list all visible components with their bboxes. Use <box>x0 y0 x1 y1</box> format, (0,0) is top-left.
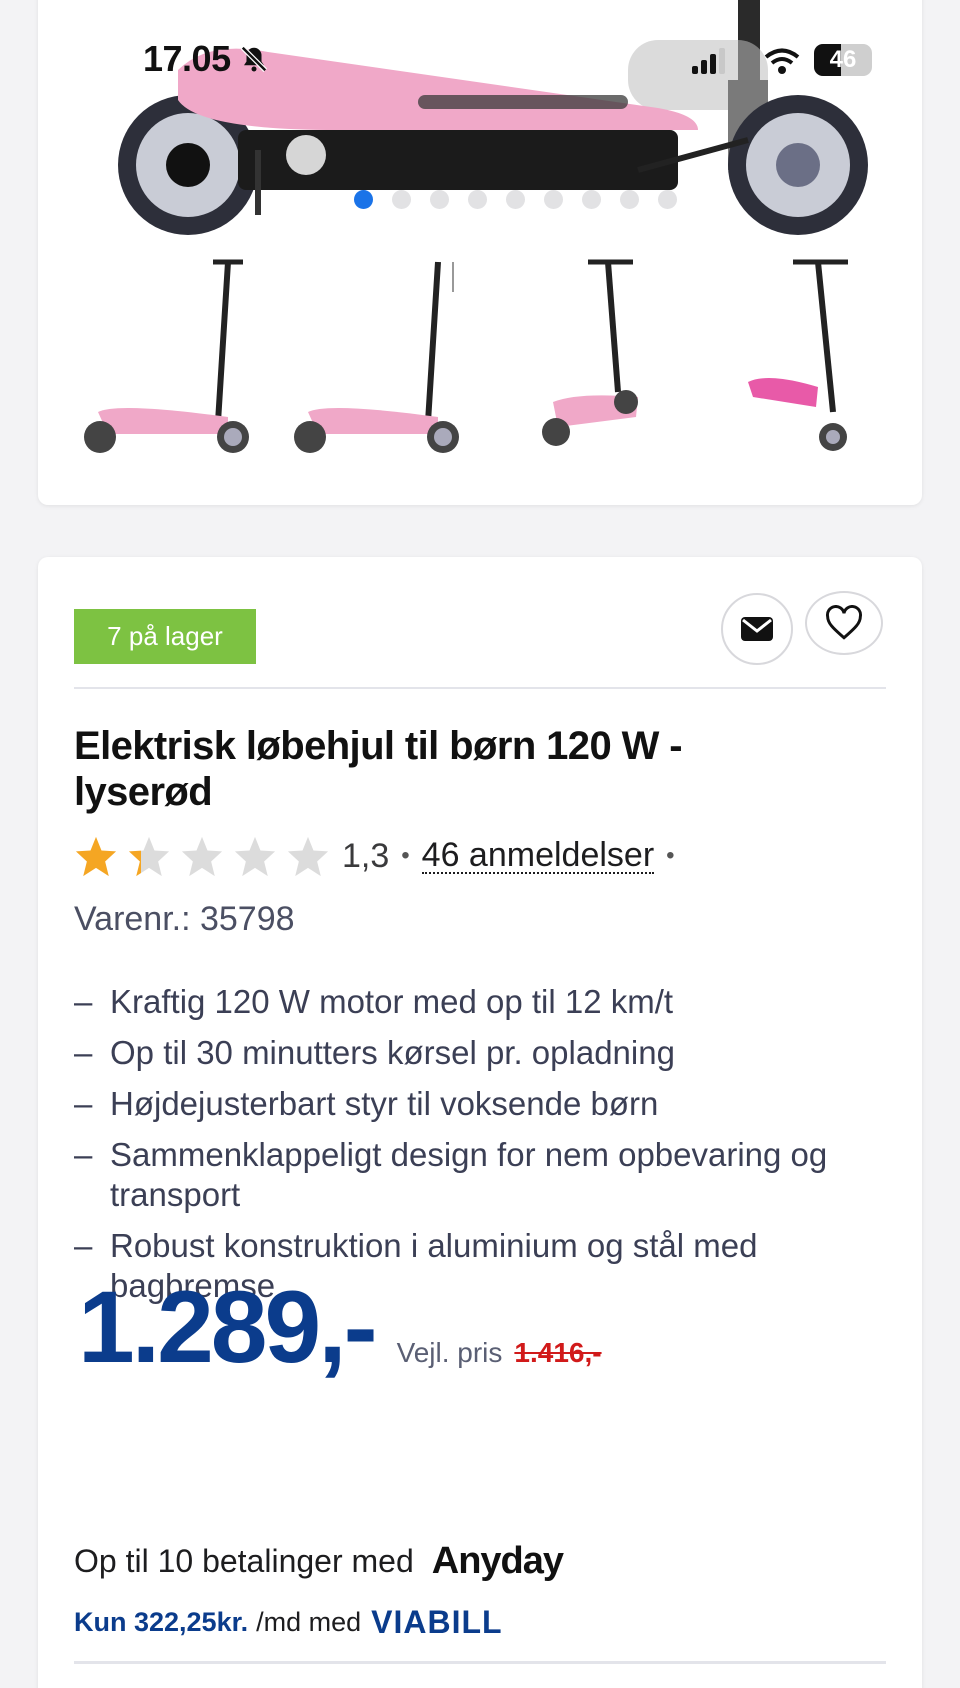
favorite-button[interactable] <box>805 591 883 655</box>
product-title: Elektrisk løbehjul til børn 120 W - lyse… <box>74 724 683 814</box>
feature-item: – Højdejusterbart styr til voksende børn <box>74 1084 874 1124</box>
gallery-dot[interactable] <box>468 190 487 209</box>
bell-slash-icon <box>240 45 267 73</box>
divider <box>74 1661 886 1664</box>
viabill-financing[interactable]: Kun 322,25kr. /md med VIABILL <box>74 1604 503 1641</box>
thumbnail-4[interactable] <box>708 252 898 462</box>
rrp-label: Vejl. pris <box>396 1337 503 1368</box>
envelope-icon <box>741 617 773 641</box>
scooter-thumbnail-image <box>294 261 459 453</box>
viabill-amount: Kun 322,25kr. <box>74 1607 249 1637</box>
feature-text: Sammenklappeligt design for nem opbevari… <box>110 1136 828 1213</box>
list-dash: – <box>74 983 93 1020</box>
heart-icon <box>826 605 862 640</box>
anyday-logo: Anyday <box>431 1540 564 1582</box>
battery-icon: 46 <box>814 44 872 76</box>
email-share-button[interactable] <box>721 593 793 665</box>
feature-item: – Kraftig 120 W motor med op til 12 km/t <box>74 982 874 1022</box>
rrp-value: 1.416,- <box>514 1337 602 1368</box>
star-empty-icon <box>287 836 329 877</box>
battery-level-text: 46 <box>829 46 857 73</box>
gallery-dot[interactable] <box>430 190 449 209</box>
price-row: 1.289,- Vejl. pris 1.416,- <box>78 1270 602 1384</box>
gallery-pagination[interactable] <box>354 190 677 209</box>
scooter-thumbnail-image <box>748 259 848 451</box>
reviews-link[interactable]: 46 anmeldelser <box>421 838 655 874</box>
gallery-dot[interactable] <box>392 190 411 209</box>
list-dash: – <box>74 1085 93 1122</box>
thumbnail-2[interactable] <box>288 252 478 462</box>
gallery-dot[interactable] <box>582 190 601 209</box>
gallery-dot[interactable] <box>658 190 677 209</box>
product-info-card: 7 på lager Elektrisk løbehjul til børn 1… <box>38 557 922 1688</box>
stock-badge: 7 på lager <box>74 609 256 664</box>
gallery-dot[interactable] <box>620 190 639 209</box>
star-rating <box>74 835 330 877</box>
divider <box>74 687 886 689</box>
clock-text: 17.05 <box>143 38 231 79</box>
feature-text: Højdejusterbart styr til voksende børn <box>110 1085 659 1122</box>
product-price: 1.289,- <box>78 1270 378 1384</box>
feature-text: Kraftig 120 W motor med op til 12 km/t <box>110 983 674 1020</box>
scooter-thumbnail-image <box>542 259 638 446</box>
star-empty-icon <box>234 836 276 877</box>
feature-list: – Kraftig 120 W motor med op til 12 km/t … <box>74 982 874 1317</box>
wifi-icon <box>764 48 800 74</box>
star-empty-icon <box>181 836 223 877</box>
gallery-thumbnails <box>78 252 898 467</box>
list-dash: – <box>74 1034 93 1071</box>
gallery-dot-active[interactable] <box>354 190 373 209</box>
list-dash: – <box>74 1136 93 1173</box>
viabill-text: /md med <box>256 1607 362 1637</box>
rating-row: 1,3 • 46 anmeldelser • <box>74 831 687 881</box>
rating-value: 1,3 <box>342 836 390 875</box>
scooter-thumbnail-image <box>84 259 249 453</box>
status-bar-time: 17.05 <box>143 38 269 80</box>
signal-icon <box>692 48 725 74</box>
anyday-financing[interactable]: Op til 10 betalinger med Anyday <box>74 1540 564 1583</box>
thumbnail-1[interactable] <box>78 252 268 462</box>
feature-item: – Op til 30 minutters kørsel pr. opladnin… <box>74 1033 874 1073</box>
gallery-dot[interactable] <box>544 190 563 209</box>
feature-item: – Sammenklappeligt design for nem opbevar… <box>74 1135 874 1215</box>
feature-text: Op til 30 minutters kørsel pr. opladning <box>110 1034 675 1071</box>
product-image-card: 17.05 46 <box>38 0 922 505</box>
star-full-icon <box>75 836 117 877</box>
gallery-dot[interactable] <box>506 190 525 209</box>
separator-dot: • <box>401 842 410 869</box>
thumbnail-3[interactable] <box>498 252 688 462</box>
separator-dot: • <box>666 842 675 869</box>
star-partial-icon <box>128 836 170 877</box>
anyday-text: Op til 10 betalinger med <box>74 1543 414 1579</box>
viabill-logo: VIABILL <box>371 1604 503 1640</box>
sku-number: Varenr.: 35798 <box>74 900 295 938</box>
status-bar-indicators: 46 <box>662 40 922 80</box>
